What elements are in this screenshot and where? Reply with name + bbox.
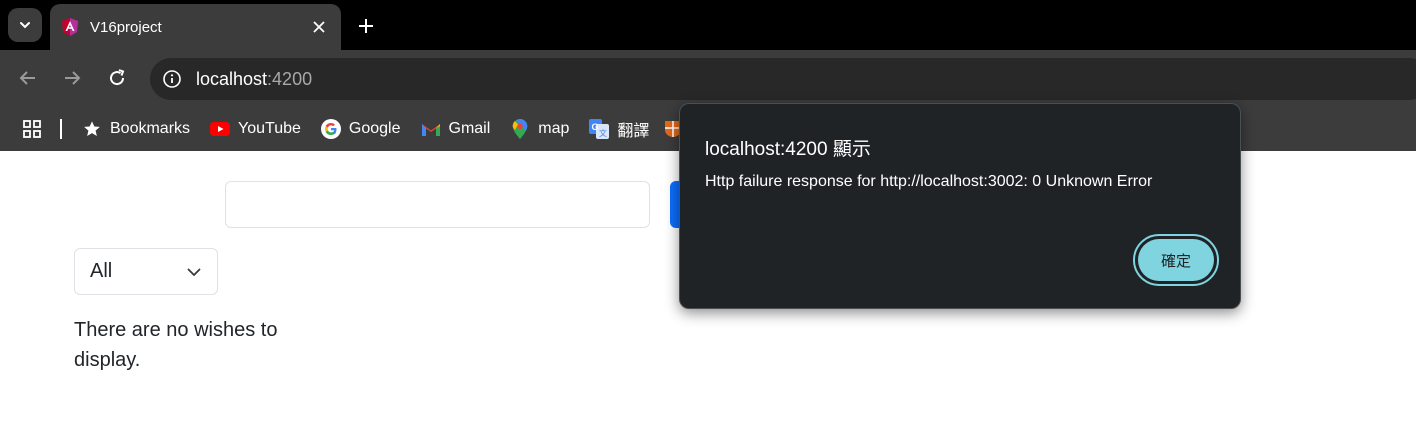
url-host: localhost xyxy=(196,68,268,89)
arrow-left-icon xyxy=(19,71,35,85)
bookmark-google[interactable]: Google xyxy=(320,118,401,139)
browser-tab-strip: V16project xyxy=(0,0,1416,50)
apps-grid-icon[interactable] xyxy=(22,119,42,139)
google-icon xyxy=(320,118,341,139)
back-button[interactable] xyxy=(14,64,42,92)
address-bar[interactable]: localhost:4200 xyxy=(150,58,1416,100)
bookmark-label: map xyxy=(538,119,570,137)
bookmark-label: YouTube xyxy=(238,119,301,137)
browser-tab[interactable]: V16project xyxy=(50,4,341,50)
new-tab-button[interactable] xyxy=(352,12,380,40)
tab-title: V16project xyxy=(90,18,162,36)
bookmark-label: Google xyxy=(348,119,401,137)
star-icon xyxy=(82,119,102,139)
dialog-title: localhost:4200 顯示 xyxy=(705,139,871,160)
dialog-message: Http failure response for http://localho… xyxy=(705,173,1153,190)
svg-text:文: 文 xyxy=(599,128,607,138)
chevron-down-icon xyxy=(20,22,30,29)
svg-text:G: G xyxy=(592,122,599,132)
filter-select[interactable]: All xyxy=(74,248,218,295)
bookmark-bookmarks[interactable]: Bookmarks xyxy=(82,119,190,139)
bookmark-label: 翻譯 xyxy=(617,122,650,140)
angular-icon xyxy=(60,17,80,37)
maps-icon xyxy=(510,118,530,139)
search-input[interactable] xyxy=(225,181,650,228)
dialog-ok-label: 確定 xyxy=(1138,239,1214,281)
dialog-ok-button[interactable]: 確定 xyxy=(1133,234,1219,286)
site-info-icon[interactable] xyxy=(162,69,182,89)
arrow-right-icon xyxy=(65,71,81,85)
bookmark-gmail[interactable]: Gmail xyxy=(421,119,491,139)
reload-icon xyxy=(110,69,125,86)
bookmark-label: Bookmarks xyxy=(110,119,191,137)
url-port: :4200 xyxy=(267,68,313,89)
forward-button[interactable] xyxy=(58,64,86,92)
tab-search-button[interactable] xyxy=(8,8,42,42)
youtube-icon xyxy=(210,119,231,139)
alert-dialog: localhost:4200 顯示 Http failure response … xyxy=(679,103,1241,309)
bookmarks-separator xyxy=(60,118,62,139)
bookmark-translate[interactable]: G文 翻譯 xyxy=(589,117,649,141)
chevron-down-icon xyxy=(187,268,201,277)
gmail-icon xyxy=(421,119,441,139)
plus-icon xyxy=(359,19,373,33)
url-text: localhost:4200 xyxy=(196,69,312,90)
filter-selected-value: All xyxy=(90,260,113,282)
empty-state-message: There are no wishes to display. xyxy=(74,319,278,371)
close-icon xyxy=(313,21,325,33)
translate-icon: G文 xyxy=(589,118,610,139)
reload-button[interactable] xyxy=(103,64,131,92)
tab-close-button[interactable] xyxy=(307,15,331,39)
bookmark-label: Gmail xyxy=(448,119,491,137)
browser-toolbar: localhost:4200 xyxy=(0,50,1416,106)
bookmark-youtube[interactable]: YouTube xyxy=(210,119,301,139)
bookmark-map[interactable]: map xyxy=(510,118,570,139)
